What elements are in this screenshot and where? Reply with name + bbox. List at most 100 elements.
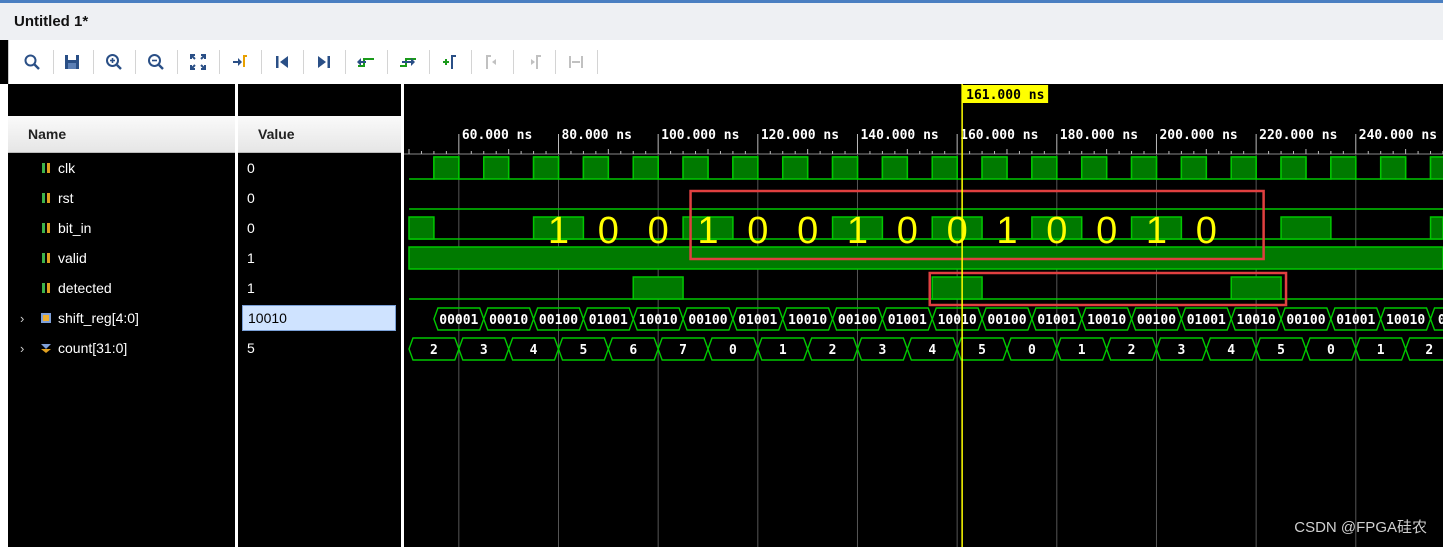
clk-high-pulse bbox=[682, 156, 709, 180]
bit-annotation-label: 0 bbox=[897, 210, 918, 252]
wave-shift-reg-value: 0 bbox=[1438, 313, 1443, 328]
wave-count-segment bbox=[1404, 337, 1443, 361]
wave-detected-high bbox=[632, 276, 684, 300]
time-tick-label: 240.000 ns bbox=[1359, 128, 1437, 143]
go-to-cursor-icon[interactable] bbox=[225, 48, 255, 76]
wave-count-value: 3 bbox=[1177, 343, 1185, 358]
signal-row-bit-in[interactable]: bit_in bbox=[8, 215, 235, 241]
cursor-time-label: 161.000 ns bbox=[966, 88, 1044, 103]
wave-count-value: 4 bbox=[1227, 343, 1235, 358]
wave-bit-in-high bbox=[408, 216, 435, 240]
add-marker-icon[interactable] bbox=[435, 48, 465, 76]
wave-shift-reg-value: 00100 bbox=[1137, 313, 1176, 328]
chevron-right-icon[interactable]: › bbox=[20, 341, 32, 356]
signal-value[interactable]: 10010 bbox=[242, 305, 396, 331]
zoom-out-icon[interactable] bbox=[141, 48, 171, 76]
clk-high-pulse bbox=[1031, 156, 1058, 180]
time-tick-label: 160.000 ns bbox=[960, 128, 1038, 143]
zoom-in-icon[interactable] bbox=[99, 48, 129, 76]
previous-marker-icon[interactable] bbox=[477, 48, 507, 76]
bit-annotation-label: 1 bbox=[548, 210, 569, 252]
wave-count-value: 5 bbox=[1277, 343, 1285, 358]
signal-name: bit_in bbox=[58, 220, 92, 236]
name-column-header[interactable]: Name bbox=[8, 116, 235, 153]
save-icon[interactable] bbox=[57, 48, 87, 76]
next-marker-icon[interactable] bbox=[519, 48, 549, 76]
clk-high-pulse bbox=[1429, 156, 1443, 180]
waveform-canvas[interactable]: 60.000 ns 80.000 ns 100.000 ns 120.000 ns 14… bbox=[404, 84, 1443, 547]
clk-high-pulse bbox=[1130, 156, 1158, 180]
wave-count-value: 0 bbox=[1028, 343, 1036, 358]
clk-high-pulse bbox=[482, 156, 510, 180]
wave-count-value: 2 bbox=[829, 343, 837, 358]
wave-count-value: 2 bbox=[1128, 343, 1136, 358]
wave-count-value: 1 bbox=[1377, 343, 1385, 358]
signal-row-count-31-0[interactable]: › count[31:0] bbox=[8, 335, 235, 361]
window-title: Untitled 1* bbox=[14, 13, 89, 30]
time-tick-label: 180.000 ns bbox=[1060, 128, 1138, 143]
swap-cursors-icon[interactable] bbox=[561, 48, 591, 76]
wave-count-value: 5 bbox=[978, 343, 986, 358]
signal-value[interactable]: 0 bbox=[238, 215, 410, 241]
watermark: CSDN @FPGA硅农 bbox=[1294, 519, 1427, 536]
search-icon[interactable] bbox=[17, 48, 47, 76]
next-transition-icon[interactable] bbox=[393, 48, 423, 76]
signal-name: rst bbox=[58, 190, 74, 206]
previous-transition-icon[interactable] bbox=[351, 48, 381, 76]
clk-high-pulse bbox=[831, 156, 859, 180]
signal-name: detected bbox=[58, 280, 112, 296]
signal-value[interactable]: 5 bbox=[238, 335, 410, 361]
bit-annotation-label: 0 bbox=[797, 210, 818, 252]
signal-row-clk[interactable]: clk bbox=[8, 155, 235, 181]
time-tick-label: 60.000 ns bbox=[462, 128, 532, 143]
clk-high-pulse bbox=[1230, 156, 1257, 180]
clk-high-pulse bbox=[1379, 156, 1407, 180]
clk-high-pulse bbox=[632, 156, 659, 180]
wave-shift-reg-value: 00001 bbox=[439, 313, 478, 328]
bus-icon bbox=[41, 313, 51, 323]
clk-high-pulse bbox=[781, 156, 809, 180]
clk-high-pulse bbox=[732, 156, 759, 180]
time-tick-label: 80.000 ns bbox=[561, 128, 631, 143]
signal-name: clk bbox=[58, 160, 76, 176]
value-column-header[interactable]: Value bbox=[238, 116, 401, 153]
wave-count-value: 0 bbox=[729, 343, 737, 358]
wave-shift-reg-value: 00100 bbox=[1286, 313, 1325, 328]
signal-row-valid[interactable]: valid bbox=[8, 245, 235, 271]
signal-value[interactable]: 0 bbox=[238, 155, 410, 181]
single-bit-icon bbox=[42, 253, 50, 263]
clk-high-pulse bbox=[881, 156, 909, 180]
go-to-last-time-icon[interactable] bbox=[309, 48, 339, 76]
wave-count-value: 3 bbox=[480, 343, 488, 358]
chevron-right-icon[interactable]: › bbox=[20, 311, 32, 326]
wave-count-value: 1 bbox=[1078, 343, 1086, 358]
bit-annotation-label: 0 bbox=[648, 210, 669, 252]
time-tick-label: 200.000 ns bbox=[1159, 128, 1237, 143]
wave-count-value: 2 bbox=[1425, 343, 1433, 358]
wave-count-value: 2 bbox=[430, 343, 438, 358]
integer-bus-icon bbox=[41, 344, 51, 353]
signal-value[interactable]: 1 bbox=[238, 245, 410, 271]
clk-high-pulse bbox=[931, 156, 958, 180]
wave-shift-reg-value: 00100 bbox=[539, 313, 578, 328]
signal-value[interactable]: 1 bbox=[238, 275, 410, 301]
bit-annotation-label: 0 bbox=[598, 210, 619, 252]
single-bit-icon bbox=[42, 283, 50, 293]
wave-shift-reg-value: 10010 bbox=[1237, 313, 1276, 328]
signal-name: valid bbox=[58, 250, 87, 266]
bit-annotation-label: 0 bbox=[947, 210, 968, 252]
signal-row-rst[interactable]: rst bbox=[8, 185, 235, 211]
signal-row-shift-reg-4-0[interactable]: › shift_reg[4:0] bbox=[8, 305, 235, 331]
bit-annotation-label: 0 bbox=[747, 210, 768, 252]
wave-detected-high bbox=[931, 276, 983, 300]
single-bit-icon bbox=[42, 163, 50, 173]
zoom-fit-icon[interactable] bbox=[183, 48, 213, 76]
wave-count-value: 3 bbox=[878, 343, 886, 358]
wave-count-value: 5 bbox=[579, 343, 587, 358]
clk-high-pulse bbox=[1280, 156, 1307, 180]
bit-annotation-label: 0 bbox=[1196, 210, 1217, 252]
signal-row-detected[interactable]: detected bbox=[8, 275, 235, 301]
signal-value[interactable]: 0 bbox=[238, 185, 410, 211]
wave-shift-reg-value: 01001 bbox=[1336, 313, 1375, 328]
go-to-time-0-icon[interactable] bbox=[267, 48, 297, 76]
